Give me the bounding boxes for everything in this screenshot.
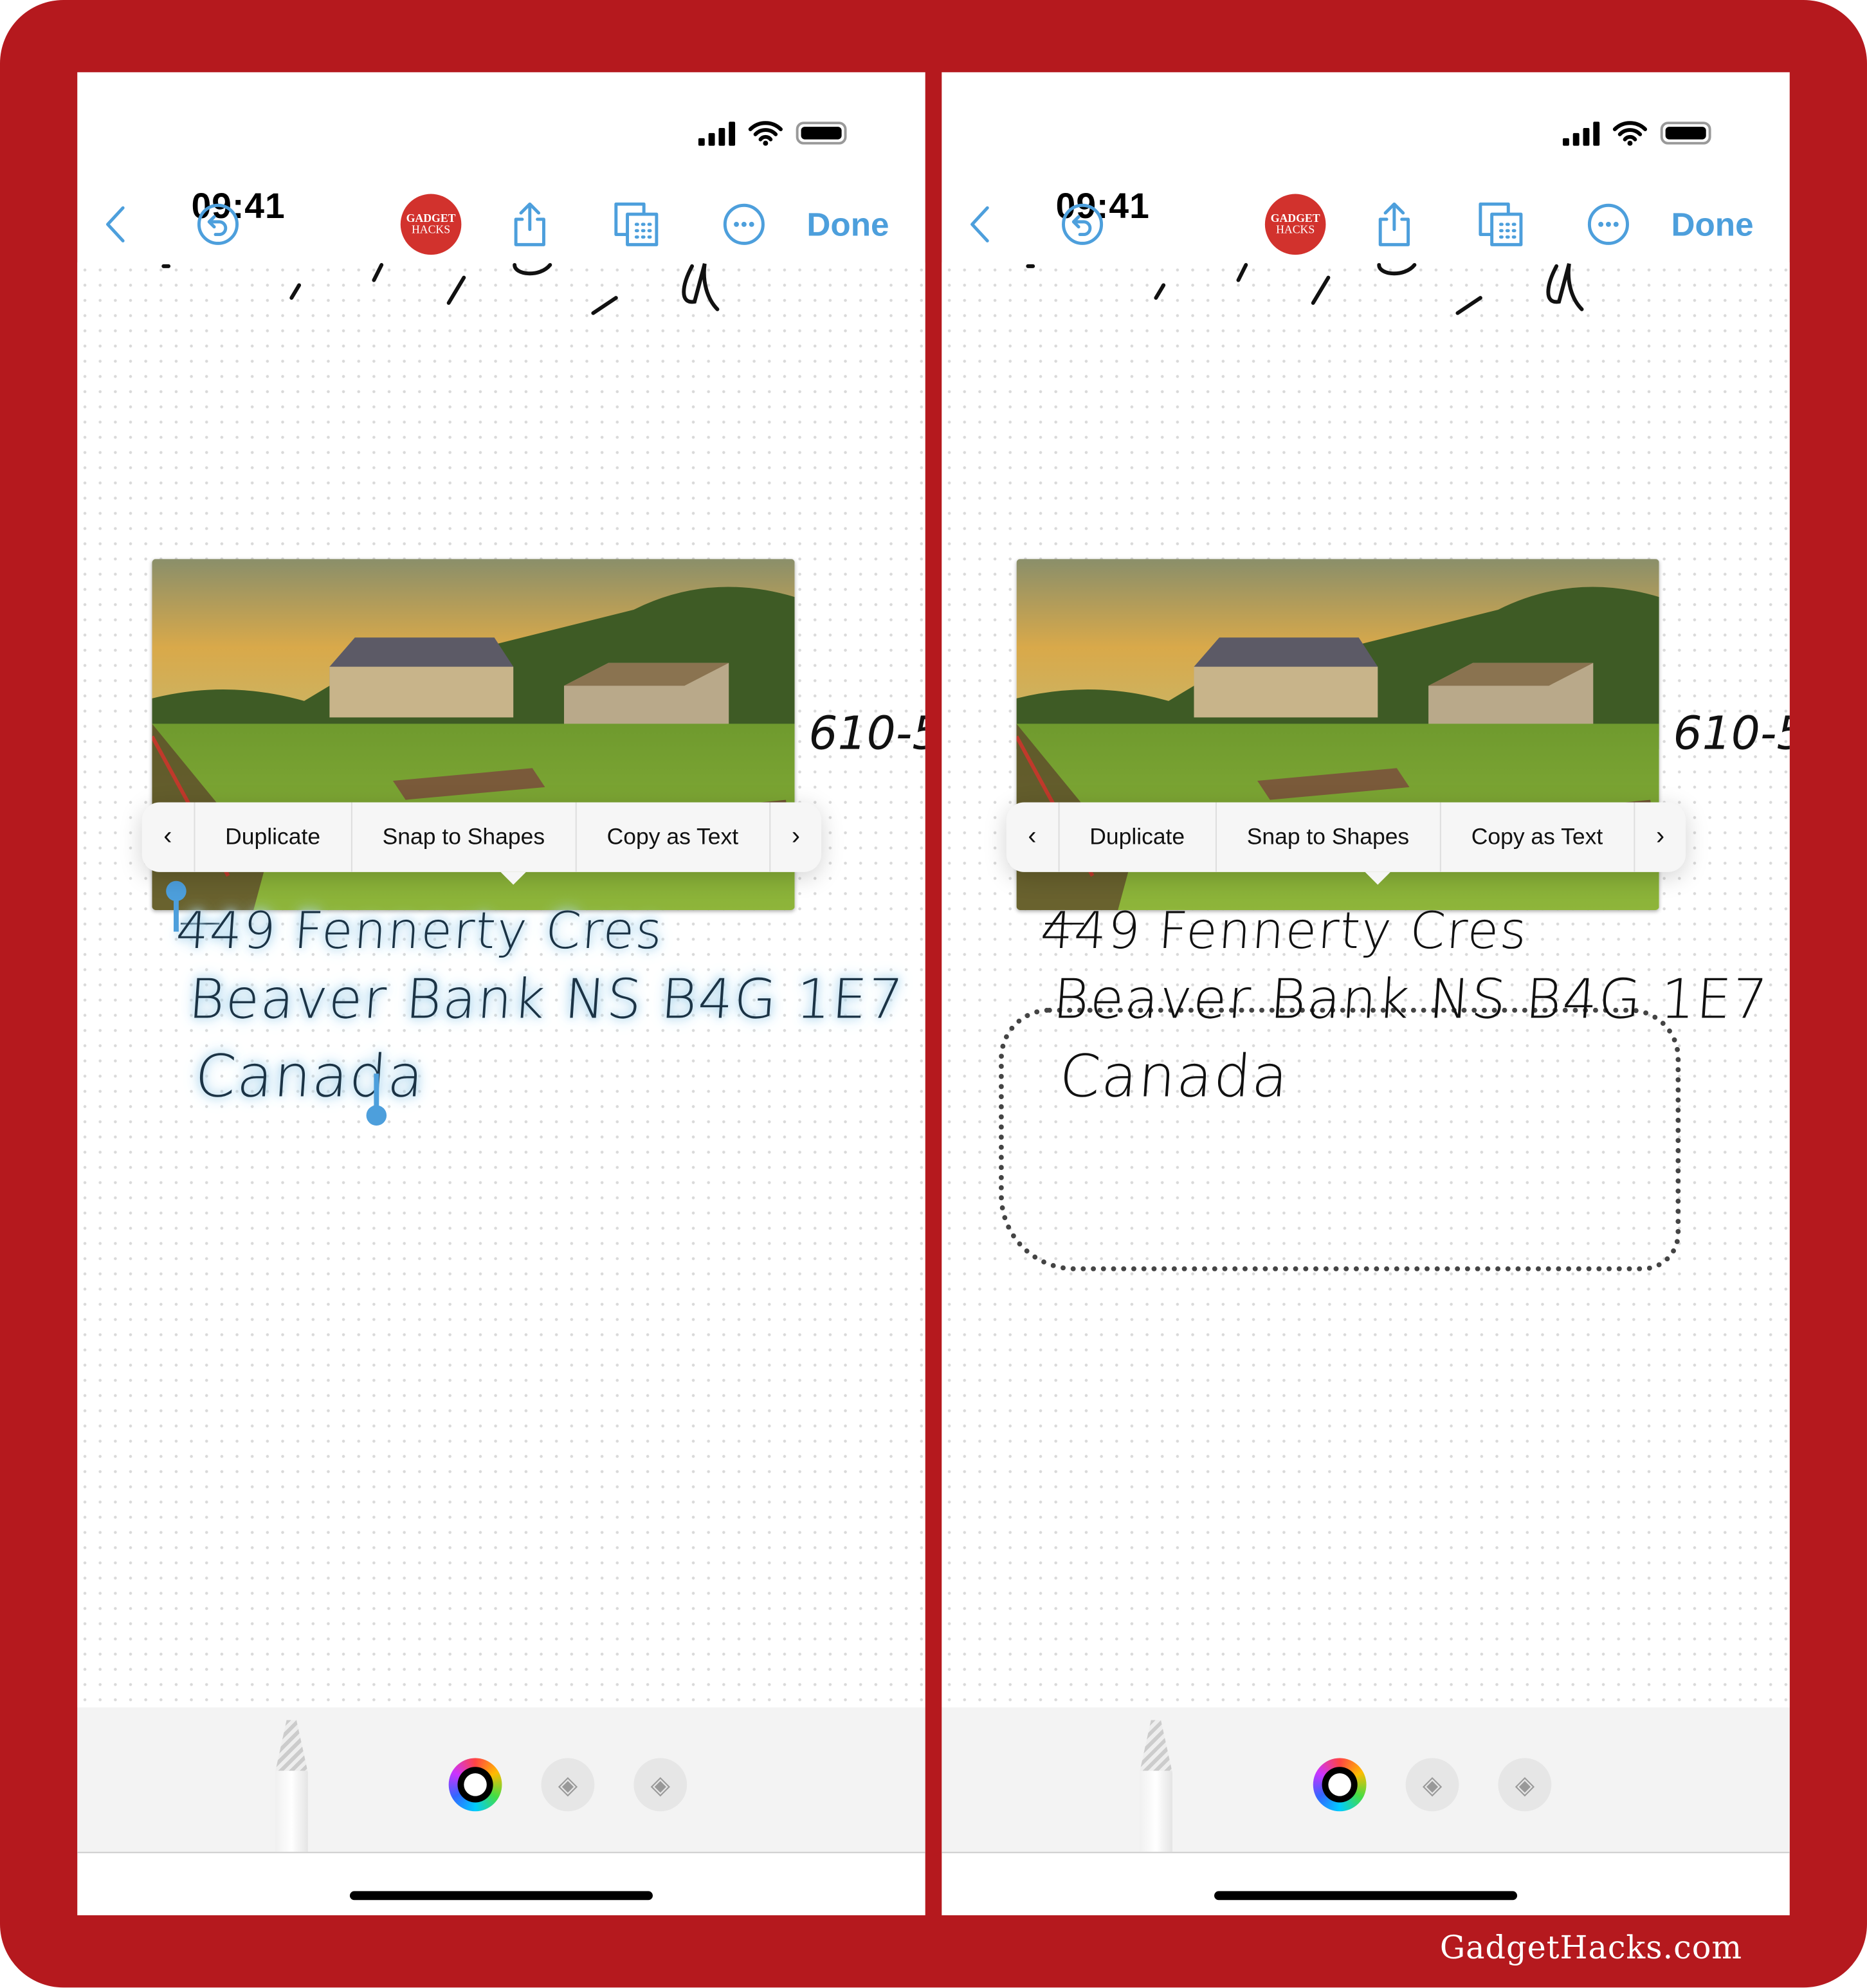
menu-next-button[interactable]: ›: [770, 803, 821, 872]
selection-start-handle[interactable]: [166, 880, 187, 902]
handwritten-phone-number: 610-55: [1673, 708, 1789, 761]
gadget-hacks-logo: GADGET HACKS: [400, 193, 462, 257]
undo-icon[interactable]: [196, 193, 241, 257]
handwritten-line[interactable]: Canada: [1057, 1042, 1291, 1110]
edit-menu: ‹ Duplicate Snap to Shapes Copy as Text …: [1006, 802, 1686, 885]
handwritten-line[interactable]: Beaver Bank NS B4G 1E7: [1051, 969, 1771, 1032]
toolbar: GADGET HACKS Done: [77, 193, 925, 257]
pages-icon[interactable]: [1477, 193, 1525, 257]
handwritten-line[interactable]: 449 Fennerty Cres: [1039, 902, 1530, 961]
undo-icon[interactable]: [1060, 193, 1106, 257]
pages-icon[interactable]: [612, 193, 660, 257]
layers-icon[interactable]: ◈: [541, 1758, 595, 1812]
selection-end-handle[interactable]: [366, 1105, 387, 1126]
battery-icon: [1660, 122, 1711, 145]
home-indicator[interactable]: [1214, 1891, 1518, 1901]
status-icons: [698, 120, 847, 146]
wifi-icon: [1612, 121, 1648, 146]
back-chevron-icon[interactable]: [96, 193, 134, 257]
more-icon[interactable]: [721, 193, 767, 257]
tool-palette: ◈ ◈: [942, 1707, 1790, 1854]
share-icon[interactable]: [508, 193, 551, 257]
menu-prev-button[interactable]: ‹: [142, 802, 195, 872]
layers-icon[interactable]: ◈: [1498, 1758, 1552, 1812]
gadget-hacks-logo: GADGET HACKS: [1264, 193, 1326, 257]
copy-as-text-button[interactable]: Copy as Text: [576, 802, 770, 872]
phone-screen: 09:41 GADGET HACKS Done 610- — 449 Fenne…: [77, 72, 925, 1915]
tool-palette: ◈ ◈: [77, 1707, 925, 1854]
layers-icon[interactable]: ◈: [633, 1758, 688, 1812]
layers-icon[interactable]: ◈: [1405, 1758, 1459, 1812]
back-chevron-icon[interactable]: [961, 193, 999, 257]
cellular-signal-icon: [1562, 120, 1600, 146]
toolbar: GADGET HACKS Done: [942, 193, 1789, 257]
drawing-canvas[interactable]: 610-55 — 449 Fennerty Cres Beaver Bank N…: [77, 262, 925, 1708]
snap-to-shapes-button[interactable]: Snap to Shapes: [352, 802, 577, 872]
handwritten-phone-number: 610-55: [808, 708, 925, 761]
pencil-icon[interactable]: [1139, 1720, 1172, 1852]
handwriting-strokes: [161, 262, 720, 315]
home-indicator[interactable]: [349, 1891, 653, 1901]
duplicate-button[interactable]: Duplicate: [195, 802, 352, 872]
done-button[interactable]: Done: [805, 193, 891, 257]
color-picker-icon[interactable]: [1313, 1758, 1367, 1812]
color-picker-icon[interactable]: [448, 1758, 502, 1812]
battery-icon: [796, 122, 847, 145]
comparison-frame: 09:41 GADGET HACKS Done 610- — 449 Fenne…: [0, 0, 1867, 1988]
pencil-icon[interactable]: [275, 1720, 308, 1852]
handwritten-line[interactable]: Canada: [193, 1042, 427, 1110]
menu-next-button[interactable]: ›: [1634, 803, 1686, 872]
watermark: GadgetHacks.com: [1439, 1929, 1743, 1966]
done-button[interactable]: Done: [1670, 193, 1756, 257]
phone-screen: 09:41 GADGET HACKS Done 610- — 449 Fenne…: [942, 72, 1790, 1915]
copy-as-text-button[interactable]: Copy as Text: [1441, 802, 1635, 872]
handwriting-strokes: [1026, 262, 1584, 315]
status-icons: [1562, 120, 1711, 146]
selection-start-handle-bar: [173, 896, 179, 932]
wifi-icon: [748, 121, 783, 146]
handwritten-line[interactable]: 449 Fennerty Cres: [174, 902, 666, 961]
share-icon[interactable]: [1372, 193, 1416, 257]
edit-menu: ‹ Duplicate Snap to Shapes Copy as Text …: [141, 802, 822, 885]
handwritten-line[interactable]: Beaver Bank NS B4G 1E7: [187, 969, 906, 1032]
drawing-canvas[interactable]: 610-55 — 449 Fennerty Cres Beaver Bank N…: [942, 262, 1790, 1708]
duplicate-button[interactable]: Duplicate: [1059, 802, 1217, 872]
more-icon[interactable]: [1585, 193, 1631, 257]
snap-to-shapes-button[interactable]: Snap to Shapes: [1216, 802, 1441, 872]
menu-prev-button[interactable]: ‹: [1006, 802, 1059, 872]
cellular-signal-icon: [698, 120, 736, 146]
